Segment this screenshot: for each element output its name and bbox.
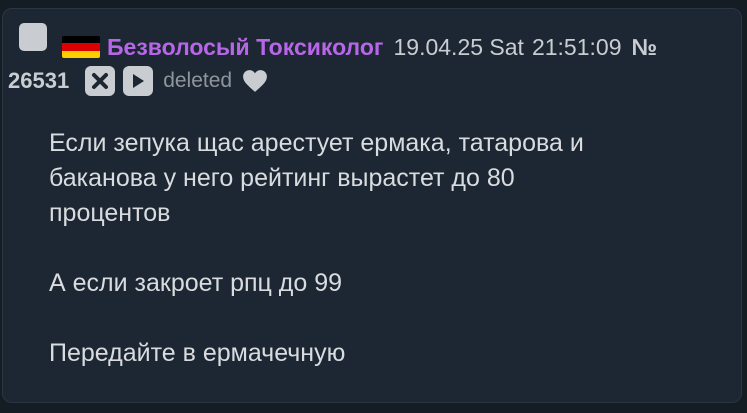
play-button[interactable] xyxy=(123,66,154,96)
post-time: 21:51:09 xyxy=(531,33,622,60)
post-body: Если зепука щас арестует ермака, татаров… xyxy=(49,126,689,371)
post-date: 19.04.25 Sat xyxy=(393,33,524,60)
post-body-line: процентов xyxy=(49,199,171,227)
post-author[interactable]: Безволосый Токсиколог xyxy=(107,34,384,61)
close-icon xyxy=(92,73,109,89)
post-body-line: А если закроет рпц до 99 xyxy=(49,269,343,297)
post-body-line: Если зепука щас арестует ермака, татаров… xyxy=(49,129,584,157)
select-post-checkbox[interactable] xyxy=(19,23,47,51)
germany-flag-icon xyxy=(62,36,100,58)
post-number[interactable]: 26531 xyxy=(8,68,69,94)
post-body-line: Передайте в ермачечную xyxy=(49,339,346,367)
post-body-line: баканова у него рейтинг вырастет до 80 xyxy=(49,164,515,192)
post-meta-row: 26531 deleted xyxy=(8,66,268,96)
post-header: Безволосый Токсиколог 19.04.25 Sat 21:51… xyxy=(107,32,657,62)
post-number-sign: № xyxy=(631,33,658,60)
heart-icon[interactable] xyxy=(242,69,268,93)
hide-post-button[interactable] xyxy=(85,66,116,96)
status-badge: deleted xyxy=(163,69,233,92)
play-icon xyxy=(133,74,145,88)
